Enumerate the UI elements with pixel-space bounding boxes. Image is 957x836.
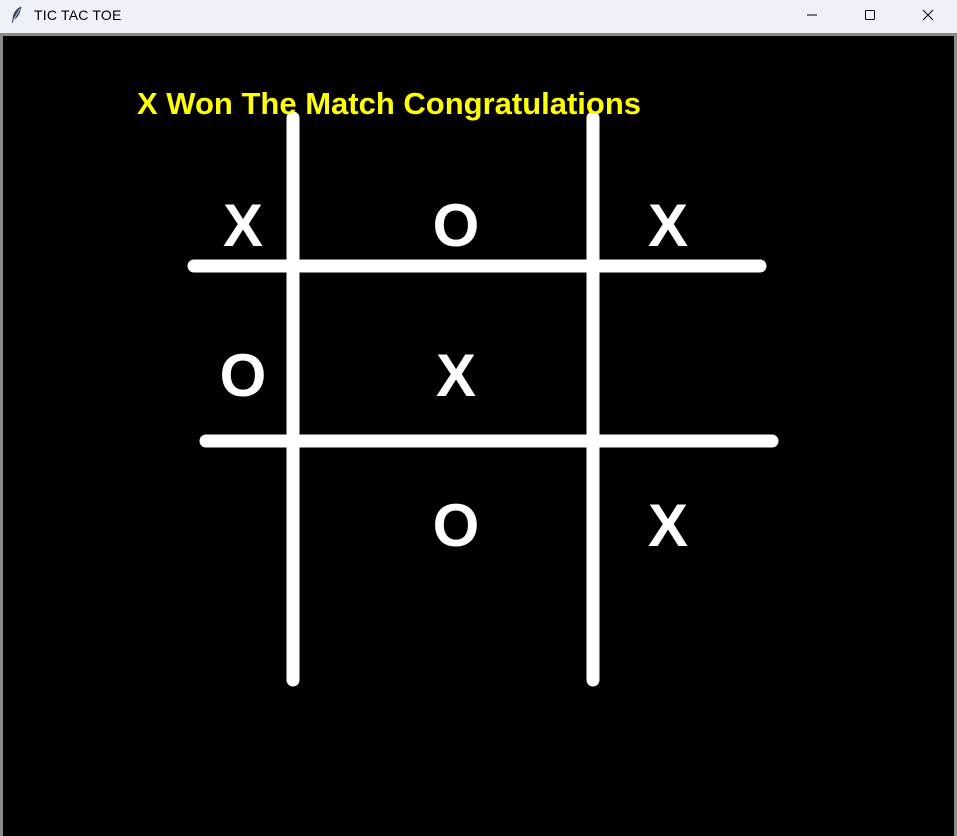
cell-1-0[interactable]: O [193,341,293,411]
win-message: X Won The Match Congratulations [137,86,642,121]
cell-0-1[interactable]: O [406,191,506,261]
cell-2-2[interactable]: X [618,491,718,561]
title-bar[interactable]: TIC TAC TOE [0,0,957,30]
cell-1-1[interactable]: X [406,341,506,411]
cell-1-2[interactable] [618,341,718,411]
maximize-button[interactable] [841,0,899,30]
board-grid [187,111,779,687]
feather-icon [0,0,34,30]
cell-2-1[interactable]: O [406,491,506,561]
cell-0-2[interactable]: X [618,191,718,261]
window-title: TIC TAC TOE [34,7,122,23]
window-controls [783,0,957,30]
close-icon [922,9,934,21]
minimize-button[interactable] [783,0,841,30]
close-button[interactable] [899,0,957,30]
game-canvas[interactable]: X Won The Match Congratulations X O X O … [3,36,954,836]
cell-2-0[interactable] [193,491,293,561]
minimize-icon [807,14,817,16]
cell-0-0[interactable]: X [193,191,293,261]
app-window: TIC TAC TOE X Won The Match Congratulati… [0,0,957,836]
maximize-icon [865,10,875,20]
